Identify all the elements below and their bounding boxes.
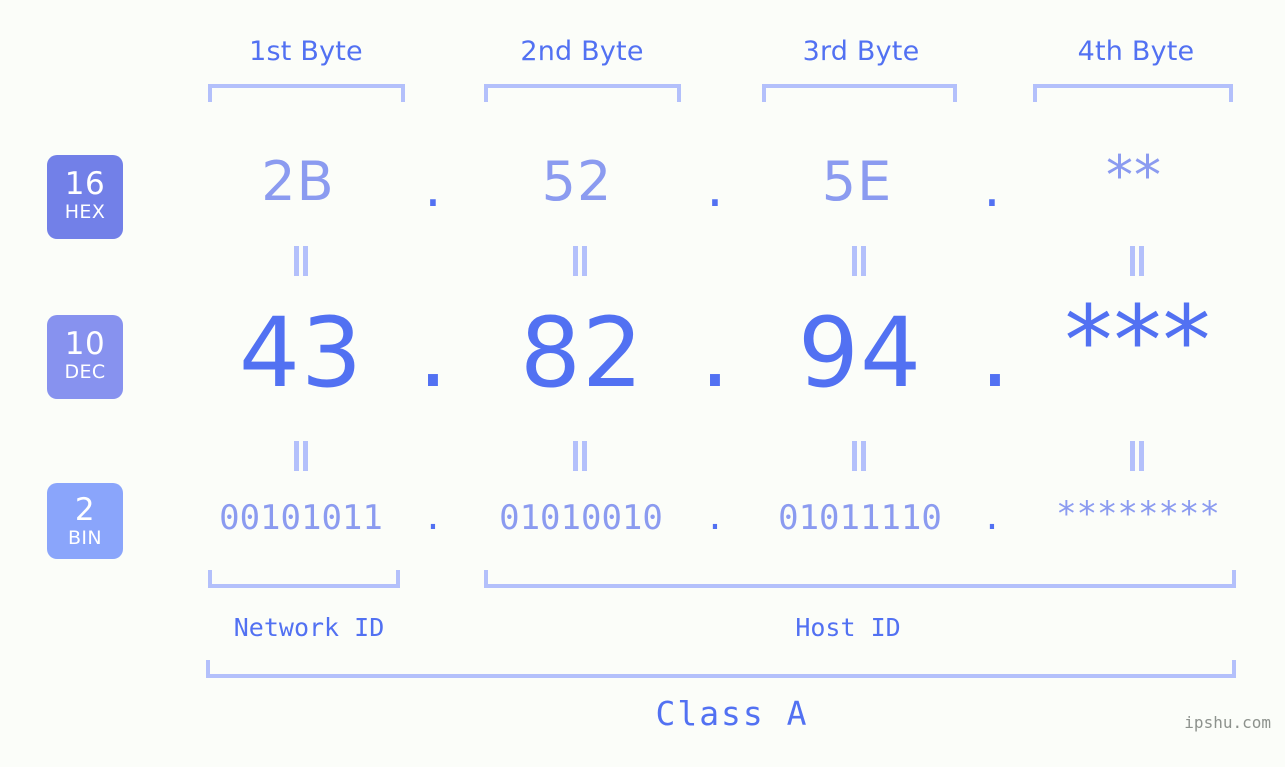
host-id-bracket: [484, 570, 1236, 588]
ip-address-breakdown-diagram: 1st Byte 2nd Byte 3rd Byte 4th Byte 16 H…: [0, 0, 1285, 767]
hex-separator-1: .: [424, 156, 442, 219]
equals-marker-dec-bin-3: [848, 441, 870, 471]
byte-header-label-4: 4th Byte: [1077, 36, 1195, 67]
radix-badge-dec-name: DEC: [64, 361, 106, 383]
dec-separator-1: .: [417, 297, 449, 409]
class-label: Class A: [655, 694, 809, 733]
radix-badge-hex: 16 HEX: [47, 155, 123, 239]
hex-separator-3: .: [983, 156, 1001, 219]
hex-byte-2: 52: [541, 150, 613, 213]
equals-marker-dec-bin-4: [1126, 441, 1148, 471]
radix-badge-hex-name: HEX: [64, 201, 106, 223]
byte-header-label-1: 1st Byte: [249, 36, 363, 67]
radix-badge-bin-base: 2: [74, 492, 96, 528]
hex-byte-4: **: [1106, 144, 1162, 207]
byte-bracket-3: [762, 84, 957, 102]
dec-separator-3: .: [979, 297, 1011, 409]
byte-bracket-1: [208, 84, 405, 102]
dec-byte-3: 94: [797, 297, 923, 409]
network-id-bracket: [208, 570, 400, 588]
bin-separator-1: .: [422, 498, 444, 538]
equals-marker-hex-dec-1: [290, 246, 312, 276]
dec-byte-2: 82: [519, 297, 645, 409]
equals-marker-hex-dec-4: [1126, 246, 1148, 276]
dec-separator-2: .: [699, 297, 731, 409]
dec-byte-1: 43: [238, 297, 364, 409]
bin-byte-4: ********: [1056, 494, 1220, 534]
bin-byte-1: 00101011: [219, 498, 383, 538]
dec-byte-4: ***: [1064, 285, 1212, 397]
byte-bracket-4: [1033, 84, 1233, 102]
hex-byte-3: 5E: [821, 150, 893, 213]
byte-header-label-2: 2nd Byte: [520, 36, 644, 67]
radix-badge-hex-base: 16: [64, 166, 106, 202]
watermark: ipshu.com: [1184, 713, 1271, 732]
network-id-label: Network ID: [233, 613, 385, 642]
class-bracket: [206, 660, 1236, 678]
equals-marker-hex-dec-3: [848, 246, 870, 276]
hex-byte-1: 2B: [261, 150, 335, 213]
host-id-label: Host ID: [795, 613, 901, 642]
radix-badge-bin: 2 BIN: [47, 483, 123, 559]
byte-header-label-3: 3rd Byte: [802, 36, 920, 67]
equals-marker-hex-dec-2: [569, 246, 591, 276]
bin-byte-3: 01011110: [778, 498, 942, 538]
equals-marker-dec-bin-2: [569, 441, 591, 471]
radix-badge-dec: 10 DEC: [47, 315, 123, 399]
radix-badge-dec-base: 10: [64, 326, 106, 362]
bin-separator-3: .: [981, 498, 1003, 538]
radix-badge-bin-name: BIN: [67, 527, 103, 549]
bin-byte-2: 01010010: [499, 498, 663, 538]
hex-separator-2: .: [706, 156, 724, 219]
byte-bracket-2: [484, 84, 681, 102]
bin-separator-2: .: [704, 498, 726, 538]
equals-marker-dec-bin-1: [290, 441, 312, 471]
